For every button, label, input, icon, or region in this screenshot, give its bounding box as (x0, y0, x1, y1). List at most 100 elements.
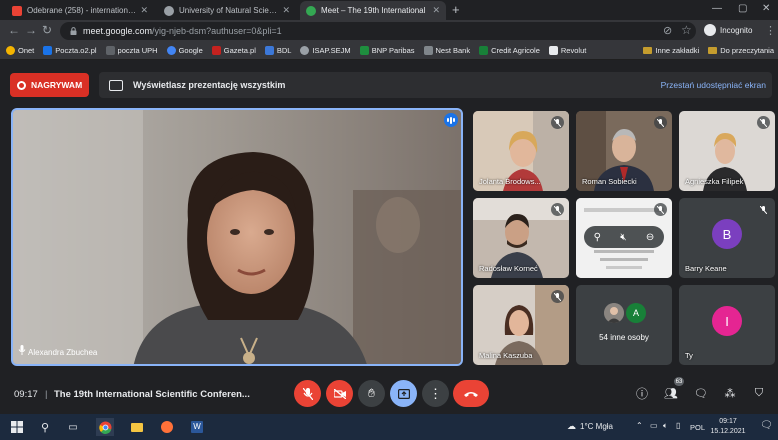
activities-button[interactable]: ⁂ (722, 385, 738, 401)
others-count-label: 54 inne osoby (599, 333, 649, 342)
back-icon[interactable]: ← (8, 24, 20, 36)
participant-name: Roman Sobiecki (582, 177, 637, 186)
bookmark-reading-list[interactable]: Do przeczytania (708, 46, 774, 55)
bookmark-nest[interactable]: Nest Bank (423, 46, 470, 55)
reload-icon[interactable]: ↻ (42, 24, 52, 36)
network-icon[interactable]: ▭ (650, 421, 658, 430)
firefox-icon[interactable] (158, 418, 176, 436)
bookmark-label: Do przeczytania (720, 46, 774, 55)
chat-icon: 🗨︎ (694, 387, 708, 400)
leave-call-button[interactable] (453, 380, 489, 407)
menu-icon[interactable]: ⋮ (765, 24, 776, 37)
recording-badge[interactable]: NAGRYWAM (10, 73, 89, 97)
raise-hand-button[interactable]: ✋︎ (358, 380, 385, 407)
hand-icon: ✋︎ (368, 386, 375, 400)
host-controls-button[interactable]: ⛉ (751, 385, 767, 401)
system-clock[interactable]: 09:17 15.12.2021 (708, 417, 748, 437)
folder-icon (643, 47, 653, 54)
participant-tile[interactable]: Malina Kaszuba (473, 285, 569, 365)
weather-widget[interactable]: ☁︎ 1°C Mgła (567, 421, 613, 432)
tab-meet[interactable]: Meet – The 19th International ✕ (300, 1, 446, 20)
bookmark-poczta-uph[interactable]: poczta UPH (105, 46, 158, 55)
windows-taskbar (0, 414, 778, 440)
language-indicator[interactable]: POL (690, 423, 705, 432)
gazeta-icon (211, 46, 221, 55)
bookmark-bdl[interactable]: BDL (264, 46, 291, 55)
word-icon[interactable]: W (188, 418, 206, 436)
bookmark-label: Onet (18, 46, 35, 55)
task-view-icon[interactable]: ▭ (64, 418, 82, 436)
pin-icon[interactable]: ⚲ (594, 232, 601, 243)
tray-chevron-icon[interactable]: ⌃ (636, 421, 643, 430)
notifications-icon[interactable]: 🗨︎ (760, 420, 773, 431)
bookmark-credit-agricole[interactable]: Credit Agricole (479, 46, 540, 55)
others-tile[interactable]: A 54 inne osoby (576, 285, 672, 365)
self-tile[interactable]: I Ty (679, 285, 775, 365)
maximize-icon[interactable]: ▢ (738, 3, 747, 14)
incognito-label: Incognito (720, 25, 753, 35)
more-vert-icon: ⋮ (429, 385, 442, 401)
chat-button[interactable]: 🗨︎ (693, 385, 709, 401)
camera-toggle-button[interactable] (326, 380, 353, 407)
camera-blocked-icon[interactable]: ⊘ (663, 24, 672, 37)
gmail-icon (12, 5, 22, 16)
globe-icon (164, 5, 174, 16)
participant-name: Radosław Korneć (479, 264, 538, 273)
remove-icon[interactable]: ⊖ (646, 232, 654, 243)
presentation-tile[interactable]: ⚲ 🔇︎ ⊖ (576, 198, 672, 278)
bookmark-gazeta[interactable]: Gazeta.pl (211, 46, 256, 55)
file-explorer-icon[interactable] (128, 418, 146, 436)
mic-off-icon (757, 203, 770, 216)
phone-hangup-icon (464, 391, 478, 397)
bookmark-bnp[interactable]: BNP Paribas (359, 46, 415, 55)
people-button[interactable]: 👥︎ (663, 385, 679, 401)
forward-icon[interactable]: → (25, 24, 37, 36)
close-icon[interactable]: ✕ (282, 5, 290, 16)
volume-icon[interactable]: 🔈︎ (663, 421, 668, 431)
minimize-icon[interactable]: — (712, 3, 722, 14)
close-window-icon[interactable]: ✕ (762, 3, 770, 14)
participant-tile[interactable]: Jolanta Brodows... (473, 111, 569, 191)
bookmark-revolut[interactable]: Revolut (548, 46, 586, 55)
participant-tile[interactable]: B Barry Keane (679, 198, 775, 278)
speaker-video-image (13, 110, 461, 364)
avatar: I (712, 306, 742, 336)
incognito-indicator[interactable]: Incognito (704, 24, 752, 36)
main-speaker-video[interactable] (11, 108, 463, 366)
present-button[interactable] (390, 380, 417, 407)
bookmark-poczta-o2[interactable]: Poczta.o2.pl (43, 46, 97, 55)
battery-icon[interactable]: ▯ (676, 421, 680, 430)
close-icon[interactable]: ✕ (432, 5, 440, 16)
bookmark-isap[interactable]: ISAP.SEJM (300, 46, 351, 55)
shield-icon: ⛉ (754, 386, 764, 399)
participant-tile[interactable]: Radosław Korneć (473, 198, 569, 278)
mute-presentation-icon[interactable]: 🔇︎ (620, 232, 626, 243)
bookmark-google[interactable]: Google (166, 46, 203, 55)
bookmark-folder-other[interactable]: Inne zakładki (643, 46, 699, 55)
microphone-icon (18, 345, 26, 355)
participant-name: Agnieszka Filipek (685, 177, 744, 186)
onet-icon (6, 46, 15, 55)
mic-toggle-button[interactable] (294, 380, 321, 407)
participant-tile[interactable]: Agnieszka Filipek (679, 111, 775, 191)
browser-toolbar: ← → ↻ meet.google.com /yig-njeb-dsm?auth… (0, 20, 778, 42)
chrome-taskbar-icon[interactable] (96, 418, 114, 436)
participant-name: Ty (685, 351, 693, 360)
address-bar[interactable]: meet.google.com /yig-njeb-dsm?authuser=0… (60, 22, 696, 40)
camera-off-icon (333, 388, 346, 399)
close-icon[interactable]: ✕ (140, 5, 148, 16)
avatar: A (626, 303, 646, 323)
new-tab-button[interactable]: + (452, 3, 460, 16)
tab-university[interactable]: University of Natural Sciences an ✕ (158, 1, 296, 20)
bookmark-star-icon[interactable]: ☆ (681, 23, 692, 37)
participant-tile[interactable]: Roman Sobiecki (576, 111, 672, 191)
tab-gmail[interactable]: Odebrane (258) - international.o ✕ (6, 1, 154, 20)
search-icon[interactable]: ⚲ (36, 418, 54, 436)
more-options-button[interactable]: ⋮ (422, 380, 449, 407)
bookmark-onet[interactable]: Onet (6, 46, 34, 55)
stop-sharing-button[interactable]: Przestań udostępniać ekran (661, 80, 766, 90)
bookmark-label: Gazeta.pl (223, 46, 256, 55)
windows-start-icon[interactable] (8, 418, 26, 436)
meeting-info-button[interactable]: ⓘ (634, 385, 650, 401)
participant-name: Malina Kaszuba (479, 351, 533, 360)
